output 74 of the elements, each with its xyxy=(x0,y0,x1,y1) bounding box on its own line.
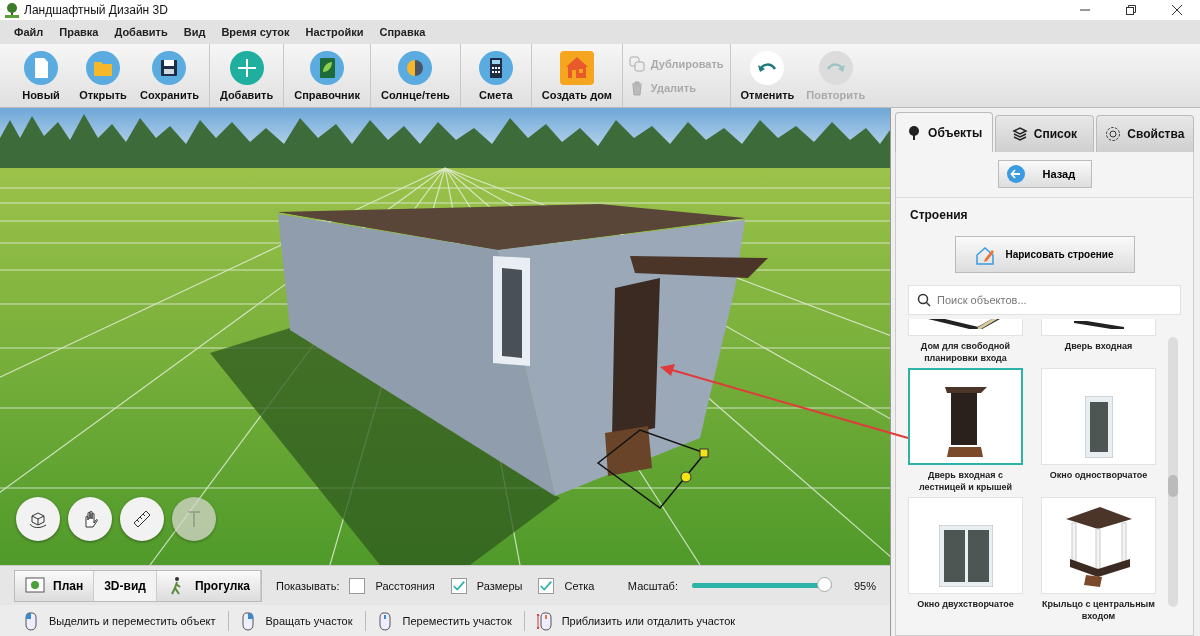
checkbox[interactable] xyxy=(349,577,366,594)
object-card[interactable]: Дверь входная xyxy=(1041,319,1156,364)
view-mode-tab[interactable]: Прогулка xyxy=(156,570,261,601)
scrollbar[interactable] xyxy=(1168,337,1178,607)
view-mode-tab[interactable]: 3D-вид xyxy=(94,570,157,601)
checkbox[interactable] xyxy=(538,577,555,594)
toolbar-button[interactable]: Справочник xyxy=(290,44,364,107)
toolbar-button[interactable]: Сохранить xyxy=(136,44,203,107)
porch-icon xyxy=(1065,507,1132,587)
menu-item[interactable]: Настройки xyxy=(297,26,372,38)
door-model-icon xyxy=(1073,321,1124,329)
mouse-icon xyxy=(536,610,552,631)
window-title: Ландшафтный Дизайн 3D xyxy=(24,3,169,17)
folder-icon xyxy=(85,50,121,86)
map-icon xyxy=(25,575,45,596)
scale-label: Масштаб: xyxy=(627,579,678,592)
menu-item[interactable]: Добавить xyxy=(106,26,176,38)
draw-building-button[interactable]: Нарисовать строение xyxy=(954,236,1135,273)
redo-icon xyxy=(817,50,854,86)
slider-thumb[interactable] xyxy=(816,577,832,592)
layers-icon xyxy=(1011,126,1028,142)
restore-icon xyxy=(1125,4,1137,16)
close-icon xyxy=(1171,4,1183,16)
section-title: Строения xyxy=(909,207,969,224)
mouse-icon xyxy=(24,610,39,631)
checkbox-label: Сетка xyxy=(564,579,595,592)
sun-icon xyxy=(397,50,434,86)
mouse-icon xyxy=(377,610,393,631)
settings-icon xyxy=(1105,126,1122,142)
document-icon xyxy=(23,50,59,86)
plus-icon xyxy=(228,50,265,86)
toolbar-button[interactable]: Добавить xyxy=(215,44,278,107)
check-icon xyxy=(539,578,554,593)
house-icon xyxy=(558,50,595,86)
status-hint: Приблизить или отдалить участок xyxy=(561,614,736,627)
object-card[interactable]: Дом для свободной планировки входа xyxy=(908,319,1023,364)
window-icon xyxy=(1084,396,1113,458)
status-hint: Выделить и переместить объект xyxy=(49,614,216,627)
search-field[interactable]: Поиск объектов... xyxy=(908,285,1181,315)
scale-reading: 95% xyxy=(853,579,876,592)
pencil-house-icon xyxy=(975,244,996,265)
toolbar-button[interactable]: Смета xyxy=(466,44,525,107)
door-with-steps-icon xyxy=(944,387,987,457)
toolbar-button[interactable]: Новый xyxy=(12,44,70,107)
status-hint: Переместить участок xyxy=(402,614,512,627)
book-icon xyxy=(309,50,346,86)
panel-tab[interactable]: Свойства xyxy=(1095,115,1194,152)
view-mode-tab[interactable]: План xyxy=(15,570,95,601)
undo-icon xyxy=(749,50,786,86)
app-tree-icon xyxy=(4,2,20,18)
save-icon xyxy=(151,50,188,86)
menu-item[interactable]: Правка xyxy=(51,26,107,38)
scroll-thumb[interactable] xyxy=(1168,475,1178,497)
toolbar-button[interactable]: Создать дом xyxy=(537,44,616,107)
checkbox-label: Размеры xyxy=(476,579,523,592)
panel-tab[interactable]: Список xyxy=(995,115,1094,152)
mouse-icon xyxy=(240,610,256,631)
toolbar-button[interactable]: Отменить xyxy=(736,44,799,107)
copy-icon xyxy=(628,55,645,72)
menu-item[interactable]: Файл xyxy=(6,26,52,38)
double-window-icon xyxy=(938,525,993,587)
menu-item[interactable]: Время суток xyxy=(213,26,298,38)
panel-tab[interactable]: Объекты xyxy=(895,112,994,152)
toolbar-button[interactable]: Солнце/тень xyxy=(377,44,454,107)
menu-item[interactable]: Справка xyxy=(371,26,434,38)
check-icon xyxy=(451,578,466,593)
toolbar-button[interactable]: Открыть xyxy=(74,44,132,107)
back-button[interactable]: Назад xyxy=(997,160,1092,188)
checkbox[interactable] xyxy=(450,577,467,594)
menu-item[interactable]: Вид xyxy=(175,26,214,38)
checkbox-label: Расстояния xyxy=(375,579,435,592)
calculator-icon xyxy=(477,50,514,86)
show-label: Показывать: xyxy=(276,579,340,592)
status-hint: Вращать участок xyxy=(265,614,353,627)
